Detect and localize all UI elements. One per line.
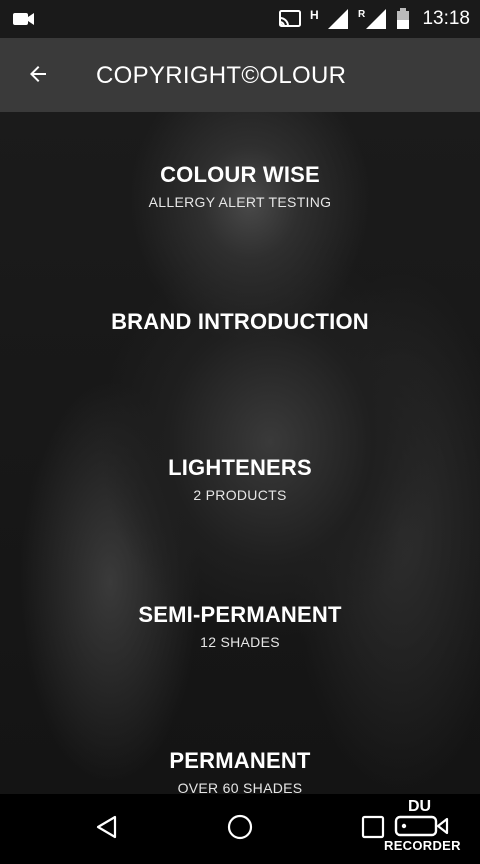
watermark-du: DU (408, 798, 432, 815)
menu-item-subtitle: 2 PRODUCTS (193, 487, 287, 503)
menu-item-subtitle: OVER 60 SHADES (177, 780, 303, 794)
status-bar: H R 13:18 (0, 0, 480, 38)
nav-back-button[interactable] (89, 811, 125, 847)
nav-home-button[interactable] (222, 811, 258, 847)
menu-item-subtitle: ALLERGY ALERT TESTING (148, 194, 332, 210)
status-right: H R 13:18 (278, 0, 470, 38)
network-r-label: R (358, 9, 366, 20)
status-time: 13:18 (422, 8, 470, 29)
menu-item-subtitle: 12 SHADES (200, 634, 280, 650)
signal-r-icon: R (358, 7, 388, 31)
app-bar: COPYRIGHT©OLOUR (0, 38, 480, 112)
menu-item-title: LIGHTENERS (168, 455, 312, 480)
back-button[interactable] (18, 56, 58, 96)
du-recorder-watermark: DU RECORDER (382, 796, 478, 858)
menu-item-semi-permanent[interactable]: SEMI-PERMANENT 12 SHADES (0, 602, 480, 650)
menu-item-title: SEMI-PERMANENT (138, 602, 342, 627)
network-h-label: H (310, 8, 319, 22)
signal-h-icon: H (310, 7, 350, 31)
watermark-recorder: RECORDER (384, 838, 461, 853)
arrow-left-icon (26, 62, 50, 91)
triangle-back-icon (94, 814, 120, 845)
page-title: COPYRIGHT©OLOUR (96, 62, 347, 89)
menu-item-lighteners[interactable]: LIGHTENERS 2 PRODUCTS (0, 455, 480, 503)
menu-item-title: BRAND INTRODUCTION (111, 309, 369, 334)
main-content: COLOUR WISE ALLERGY ALERT TESTING BRAND … (0, 112, 480, 794)
menu-item-title: PERMANENT (169, 748, 311, 773)
menu-item-brand-introduction[interactable]: BRAND INTRODUCTION (0, 309, 480, 335)
menu-item-title: COLOUR WISE (160, 162, 320, 187)
battery-icon (396, 8, 410, 30)
circle-home-icon (226, 813, 254, 846)
video-camera-icon (12, 10, 36, 33)
menu-item-permanent[interactable]: PERMANENT OVER 60 SHADES (0, 748, 480, 794)
menu-item-colour-wise[interactable]: COLOUR WISE ALLERGY ALERT TESTING (0, 162, 480, 210)
cast-icon (278, 9, 302, 29)
